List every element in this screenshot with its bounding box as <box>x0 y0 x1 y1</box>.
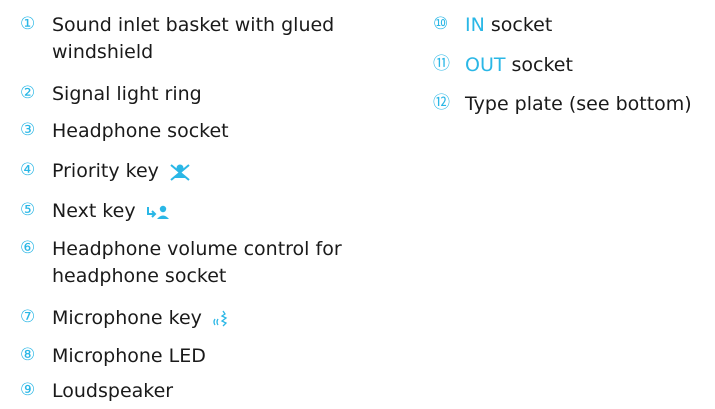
legend-text: socket <box>505 54 573 76</box>
legend-highlight: IN <box>465 14 485 36</box>
legend-text: Microphone LED <box>52 345 206 367</box>
microphone-key-icon <box>212 309 230 329</box>
legend-text: Microphone key <box>52 307 202 329</box>
legend-number: ⑪ <box>433 54 450 74</box>
legend-text: Type plate (see bottom) <box>465 93 692 115</box>
legend-number: ⑥ <box>20 238 36 258</box>
legend-text: Next key <box>52 200 136 222</box>
legend-number: ④ <box>20 160 36 180</box>
legend-text: Headphone socket <box>52 120 229 142</box>
legend-text-wrap: OUT socket <box>465 52 715 79</box>
legend-text: Loudspeaker <box>52 380 174 402</box>
legend-number: ⑦ <box>20 307 36 327</box>
priority-key-icon <box>169 163 191 181</box>
legend-highlight: OUT <box>465 54 506 76</box>
legend-text-wrap: Next key <box>52 198 380 225</box>
legend-text-wrap: Microphone key <box>52 305 380 332</box>
legend-text-wrap: IN socket <box>465 12 715 39</box>
legend-number: ⑫ <box>433 93 450 113</box>
legend-text: Signal light ring <box>52 83 202 105</box>
legend-number: ⑤ <box>20 200 36 220</box>
legend-number: ⑧ <box>20 345 36 365</box>
legend-text: socket <box>484 14 553 36</box>
legend-number: ② <box>20 83 36 103</box>
legend-number: ① <box>20 14 36 34</box>
legend-number: ⑨ <box>20 380 36 400</box>
legend-number: ③ <box>20 120 36 140</box>
legend-text-wrap: Priority key <box>52 158 380 185</box>
next-key-icon <box>146 204 172 220</box>
legend-text: Headphone volume control for headphone s… <box>52 238 342 287</box>
legend-number: ⑩ <box>433 14 449 34</box>
legend-text: Priority key <box>52 160 159 182</box>
legend-text: Sound inlet basket with glued windshield <box>52 14 335 63</box>
